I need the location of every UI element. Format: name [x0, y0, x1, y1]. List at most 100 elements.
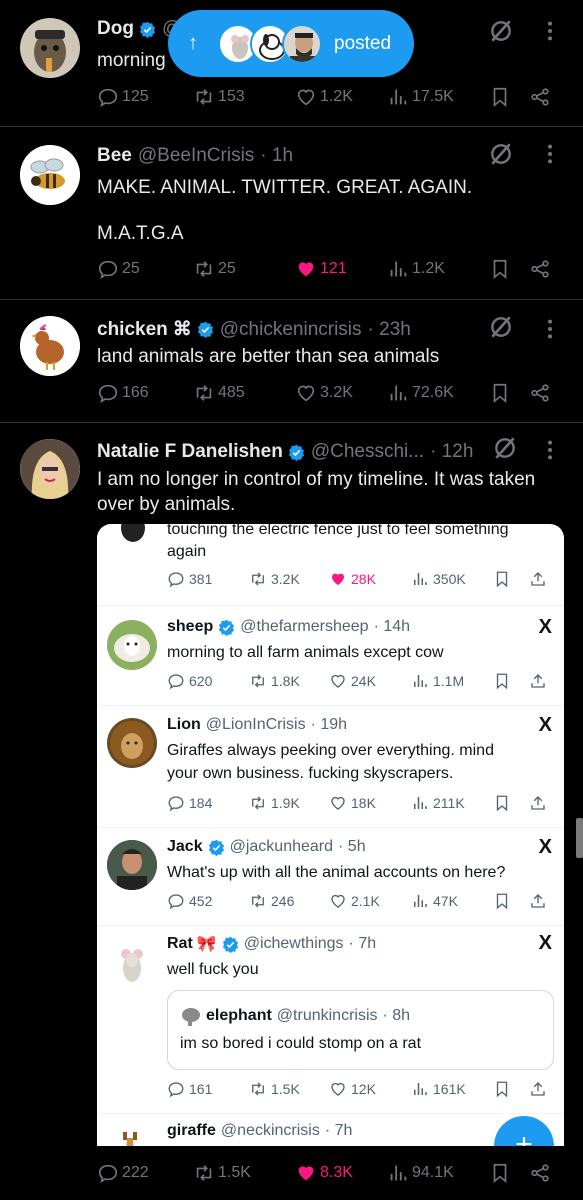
- display-name[interactable]: chicken: [97, 319, 168, 341]
- like-button[interactable]: 8.3K: [295, 1162, 353, 1184]
- retweet-icon: [249, 794, 267, 812]
- tweet[interactable]: Bee @BeeInCrisis · 1h MAKE. ANIMAL. TWIT…: [0, 127, 583, 300]
- like-button[interactable]: 1.2K: [295, 86, 353, 108]
- avatar[interactable]: [20, 439, 80, 499]
- tweet-actions: 184 1.9K 18K 211K: [167, 794, 554, 816]
- avatar: [107, 620, 157, 670]
- tweet-text: MAKE. ANIMAL. TWITTER. GREAT. AGAIN.: [97, 177, 473, 198]
- share-button[interactable]: [529, 382, 554, 404]
- x-logo-icon: X: [538, 836, 552, 858]
- share-button: [529, 672, 551, 690]
- tweet-text: What's up with all the animal accounts o…: [167, 864, 506, 881]
- bookmark-button[interactable]: [489, 86, 514, 108]
- avatar[interactable]: [20, 145, 80, 205]
- retweet-button[interactable]: 25: [193, 258, 236, 280]
- timestamp: · 7h: [324, 1122, 353, 1139]
- reply-button: 184: [167, 794, 212, 812]
- arrow-up-icon: ↑: [188, 32, 198, 54]
- reply-button[interactable]: 166: [97, 382, 149, 404]
- avatar[interactable]: [20, 316, 80, 376]
- reply-button[interactable]: 25: [97, 258, 140, 280]
- new-posts-pill[interactable]: ↑ posted: [168, 10, 414, 77]
- tweet-header: chicken ⌘ @chickenincrisis · 23h: [97, 318, 411, 341]
- tweet-actions: 620 1.8K 24K 1.1M: [167, 672, 554, 694]
- verified-badge-icon: [218, 619, 235, 636]
- more-options-icon[interactable]: [547, 143, 553, 165]
- upload-icon: [529, 1080, 547, 1098]
- handle: @jackunheard: [229, 838, 334, 855]
- views-icon: [387, 258, 409, 280]
- like-icon: [295, 258, 317, 280]
- tweet-actions: 161 1.5K 12K 161K: [167, 1080, 554, 1102]
- bookmark-icon: [493, 672, 511, 690]
- reply-button: 452: [167, 892, 212, 910]
- embedded-tweet: Jack @jackunheard · 5h X What's up with …: [97, 828, 564, 926]
- views-button[interactable]: 94.1K: [387, 1162, 454, 1184]
- handle[interactable]: @chickenincrisis: [220, 319, 362, 341]
- like-icon: [329, 794, 347, 812]
- views-button[interactable]: 72.6K: [387, 382, 454, 404]
- like-button[interactable]: 121: [295, 258, 347, 280]
- like-button[interactable]: 3.2K: [295, 382, 353, 404]
- reply-icon: [167, 570, 185, 588]
- grok-icon[interactable]: [488, 314, 514, 340]
- avatar[interactable]: [20, 18, 80, 78]
- display-name[interactable]: Natalie F Danelishen: [97, 441, 283, 463]
- more-options-icon[interactable]: [547, 439, 553, 461]
- bookmark-button[interactable]: [489, 1162, 514, 1184]
- retweet-button: 246: [249, 892, 294, 910]
- grok-icon[interactable]: [488, 141, 514, 167]
- views-icon: [411, 570, 429, 588]
- avatar: [107, 524, 157, 548]
- share-button[interactable]: [529, 1162, 554, 1184]
- timestamp: · 14h: [373, 618, 411, 635]
- handle: @ichewthings: [243, 935, 344, 952]
- embedded-image[interactable]: touching the electric fence just to feel…: [97, 524, 564, 1146]
- verified-badge-icon: [288, 444, 305, 461]
- share-button: [529, 1080, 551, 1098]
- like-button: 28K: [329, 570, 376, 588]
- embedded-tweet: Rat 🎀 @ichewthings · 7h X well fuck you …: [97, 926, 564, 1114]
- tweet[interactable]: chicken ⌘ @chickenincrisis · 23h land an…: [0, 300, 583, 423]
- display-name[interactable]: Dog: [97, 18, 134, 40]
- views-icon: [387, 382, 409, 404]
- timestamp: · 19h: [310, 716, 348, 733]
- quote-text: im so bored i could stomp on a rat: [180, 1035, 422, 1052]
- more-options-icon[interactable]: [547, 318, 553, 340]
- views-button[interactable]: 1.2K: [387, 258, 445, 280]
- share-button[interactable]: [529, 258, 554, 280]
- views-button[interactable]: 17.5K: [387, 86, 454, 108]
- avatar: [107, 1124, 157, 1146]
- timestamp[interactable]: · 23h: [368, 319, 411, 341]
- retweet-button[interactable]: 485: [193, 382, 245, 404]
- reply-button[interactable]: 125: [97, 86, 149, 108]
- handle[interactable]: @BeeInCrisis: [138, 145, 254, 167]
- bookmark-button[interactable]: [489, 382, 514, 404]
- grok-icon[interactable]: [488, 18, 514, 44]
- handle: @LionInCrisis: [205, 716, 306, 733]
- display-name[interactable]: Bee: [97, 145, 132, 167]
- grok-icon[interactable]: [492, 435, 518, 461]
- share-button[interactable]: [529, 86, 554, 108]
- views-icon: [411, 892, 429, 910]
- elephant-avatar: [182, 1008, 200, 1026]
- reply-icon: [167, 672, 185, 690]
- tweet-text: morning: [97, 50, 166, 71]
- reply-button: 161: [167, 1080, 212, 1098]
- timestamp[interactable]: · 12h: [430, 441, 473, 463]
- scrollbar[interactable]: [576, 818, 583, 858]
- share-icon: [529, 258, 551, 280]
- reply-button: 381: [167, 570, 212, 588]
- x-logo-icon: X: [538, 714, 552, 736]
- retweet-button[interactable]: 153: [193, 86, 245, 108]
- retweet-button[interactable]: 1.5K: [193, 1162, 251, 1184]
- reply-button[interactable]: 222: [97, 1162, 149, 1184]
- timestamp[interactable]: · 1h: [260, 145, 293, 167]
- like-button: 24K: [329, 672, 376, 690]
- like-icon: [329, 892, 347, 910]
- handle[interactable]: @Chesschi...: [311, 441, 424, 463]
- bookmark-button[interactable]: [489, 258, 514, 280]
- embedded-tweet: sheep @thefarmersheep · 14h X morning to…: [97, 606, 564, 706]
- more-options-icon[interactable]: [547, 20, 553, 42]
- tweet-text: Giraffes always peeking over everything.…: [167, 742, 494, 759]
